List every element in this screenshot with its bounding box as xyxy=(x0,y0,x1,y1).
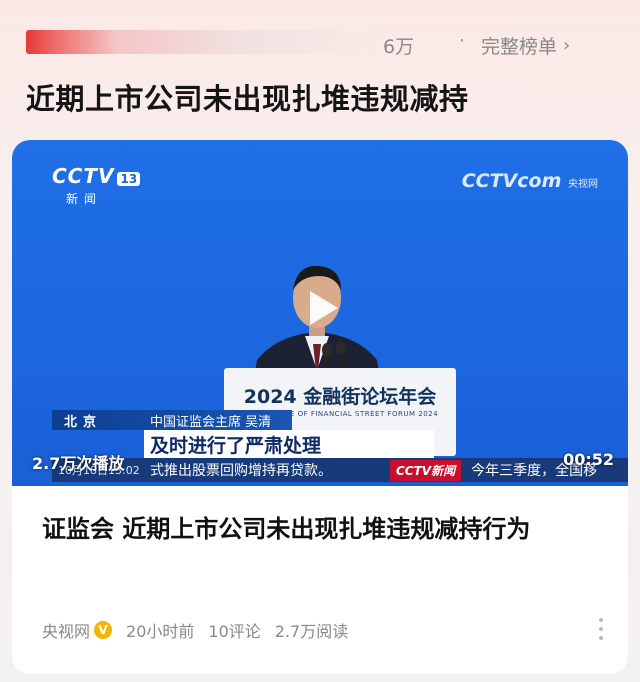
hot-list-bar: 6万 · 完整榜单 › xyxy=(26,28,626,60)
separator-dot: · xyxy=(459,30,466,52)
watermark-text: CCTV xyxy=(461,170,518,192)
channel-sub: 新闻 xyxy=(66,192,103,206)
watermark-cn: 央视网 xyxy=(568,179,598,190)
watermark-sub: com xyxy=(517,170,562,192)
source-name[interactable]: 央视网 xyxy=(42,618,90,642)
ticker-logo: CCTV新闻 xyxy=(390,459,462,481)
video-player[interactable]: CCTV 13 新闻 CCTVcom 央视网 2024 金融街论坛年会 CONF… xyxy=(12,140,628,486)
news-card[interactable]: CCTV 13 新闻 CCTVcom 央视网 2024 金融街论坛年会 CONF… xyxy=(12,140,628,674)
podium-title: 2024 金融街论坛年会 xyxy=(243,386,437,408)
article-headline[interactable]: 证监会 近期上市公司未出现扎堆违规减持行为 xyxy=(42,510,602,548)
heat-count: 6万 xyxy=(383,36,415,58)
channel-number: 13 xyxy=(117,171,141,186)
verified-badge-icon: V xyxy=(94,621,113,639)
heat-bar xyxy=(26,30,386,54)
news-lower-third: 北京 中国证监会主席 吴清 及时进行了严肃处理 10月18日13:02 式推出股… xyxy=(52,410,628,486)
channel-logo-text: CCTV xyxy=(52,164,115,188)
lower-third-title-bar: 北京 中国证监会主席 吴清 xyxy=(52,410,292,430)
topic-title[interactable]: 近期上市公司未出现扎堆违规减持 xyxy=(26,76,469,118)
channel-logo: CCTV 13 新闻 xyxy=(52,164,141,207)
publish-time: 20小时前 xyxy=(126,622,195,641)
article-meta: 央视网 V 20小时前 10评论 2.7万阅读 xyxy=(42,618,362,642)
watermark-logo: CCTVcom 央视网 xyxy=(462,170,598,192)
speaker-label: 中国证监会主席 吴清 xyxy=(150,414,272,430)
ticker-bar: 10月18日13:02 式推出股票回购增持再贷款。 CCTV新闻 今年三季度，全… xyxy=(52,458,628,482)
video-duration: 00:52 xyxy=(563,450,614,469)
chevron-right-icon: › xyxy=(563,35,571,56)
play-icon[interactable] xyxy=(302,288,342,328)
play-count: 2.7万次播放 xyxy=(32,454,125,473)
location-label: 北京 xyxy=(64,414,103,430)
caption: 及时进行了严肃处理 xyxy=(144,430,434,458)
ticker-text: 式推出股票回购增持再贷款。 xyxy=(150,463,332,479)
comment-count[interactable]: 10评论 xyxy=(208,618,260,642)
read-count: 2.7万阅读 xyxy=(274,622,349,641)
full-list-link[interactable]: 完整榜单 › xyxy=(481,32,570,59)
more-options-icon[interactable] xyxy=(596,618,606,640)
full-list-label: 完整榜单 xyxy=(481,36,558,58)
